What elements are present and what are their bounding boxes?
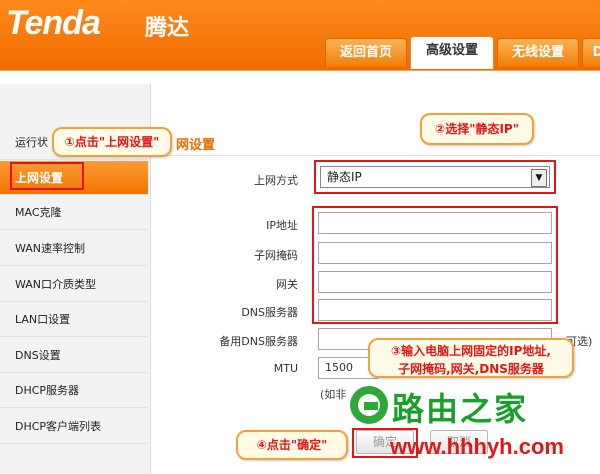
highlight-ip-fields — [312, 206, 558, 324]
watermark-logo-bar — [364, 402, 378, 410]
mtu-label: MTU — [273, 362, 298, 375]
sidebar-item-dhcp-server[interactable]: DHCP服务器 — [0, 374, 148, 408]
connection-type-label: 上网方式 — [254, 174, 298, 187]
header-bar: Tenda 腾达 返回首页 高级设置 无线设置 D — [0, 0, 600, 70]
tab-advanced[interactable]: 高级设置 — [410, 36, 494, 69]
callout-step4: ④点击"确定" — [236, 430, 348, 460]
callout-step1: ①点击"上网设置" — [52, 127, 172, 157]
tenda-logo-cn: 腾达 — [145, 16, 190, 41]
sidebar-item-dns[interactable]: DNS设置 — [0, 339, 148, 373]
callout-step2: ②选择"静态IP" — [420, 113, 534, 145]
dns2-label: 备用DNS服务器 — [219, 335, 298, 348]
mtu-value: 1500 — [325, 361, 353, 374]
watermark: 路由之家 www.hhhyh.com — [350, 382, 600, 474]
callout-step3: ③输入电脑上网固定的IP地址, 子网掩码,网关,DNS服务器 — [368, 338, 574, 378]
dns-label: DNS服务器 — [241, 306, 298, 319]
tab-wireless[interactable]: 无线设置 — [497, 38, 579, 67]
tab-home[interactable]: 返回首页 — [325, 38, 407, 67]
sidebar-item-wan-medium[interactable]: WAN口介质类型 — [0, 268, 148, 302]
mask-label: 子网掩码 — [254, 249, 298, 262]
sidebar-item-wan-speed[interactable]: WAN速率控制 — [0, 232, 148, 266]
callout-step3-line2: 子网掩码,网关,DNS服务器 — [398, 362, 544, 376]
sidebar-item-dhcp-clients[interactable]: DHCP客户端列表 — [0, 410, 148, 444]
watermark-text: 路由之家 — [392, 390, 529, 428]
highlight-static-ip — [314, 160, 556, 194]
gateway-label: 网关 — [276, 278, 298, 291]
sidebar-item-lan[interactable]: LAN口设置 — [0, 303, 148, 337]
highlight-internet-settings — [10, 162, 84, 190]
section-title: 网设置 — [176, 138, 216, 153]
mtu-note: (如非 — [320, 388, 347, 401]
title-divider — [160, 155, 600, 156]
tenda-logo: Tenda — [6, 4, 101, 42]
watermark-url: www.hhhyh.com — [390, 434, 564, 459]
ip-label: IP地址 — [266, 219, 298, 232]
sub-bar — [0, 70, 600, 85]
callout-step3-line1: ③输入电脑上网固定的IP地址, — [391, 344, 551, 358]
tab-more[interactable]: D — [582, 38, 600, 67]
sidebar-item-mac-clone[interactable]: MAC克隆 — [0, 196, 148, 230]
